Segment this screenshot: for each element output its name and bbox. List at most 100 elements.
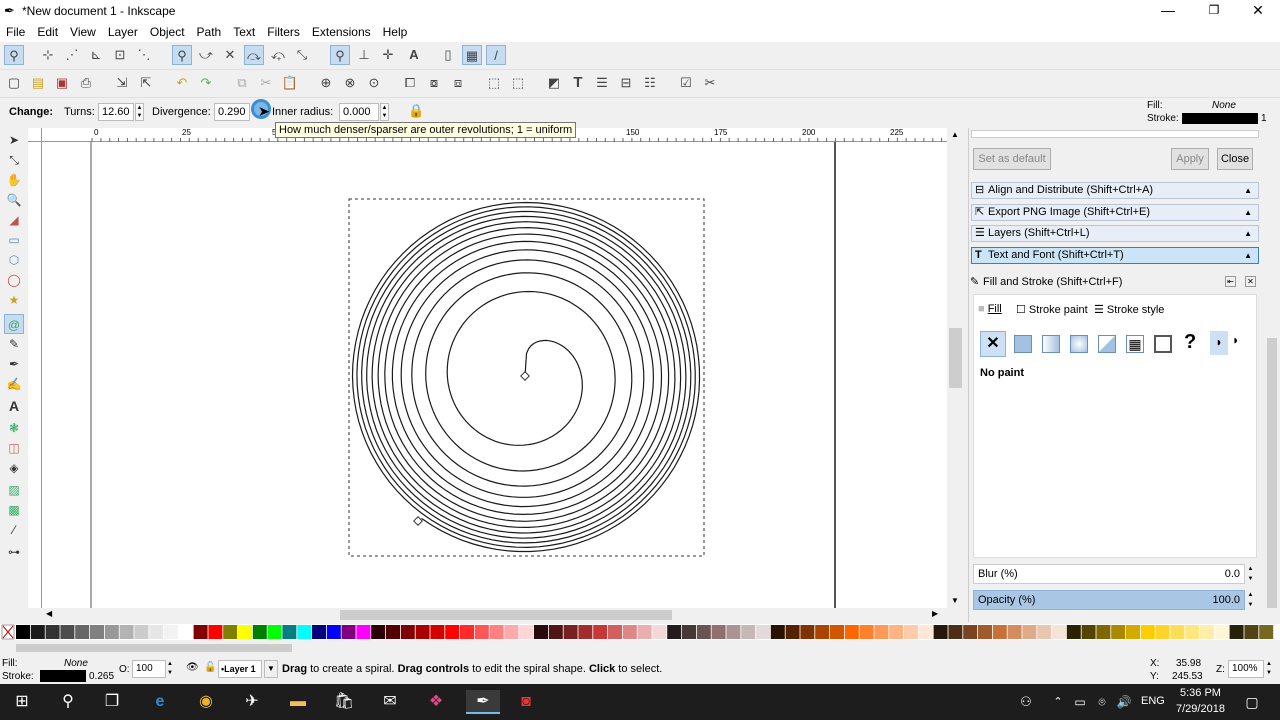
snap-text-baseline-icon[interactable]: A [404, 45, 424, 65]
palette-swatch[interactable] [1244, 625, 1259, 639]
palette-swatch[interactable] [978, 625, 992, 639]
minimize-button[interactable]: — [1145, 0, 1191, 22]
palette-swatch[interactable] [1259, 625, 1274, 639]
palette-swatch[interactable] [356, 625, 371, 639]
text-font-icon[interactable]: T [568, 73, 588, 93]
calligraphy-tool-icon[interactable]: ✍ [4, 374, 24, 394]
palette-swatch[interactable] [785, 625, 800, 639]
palette-swatch[interactable] [933, 625, 948, 639]
text-tool-icon[interactable]: A [4, 396, 24, 416]
palette-swatch[interactable] [193, 625, 208, 639]
palette-swatch[interactable] [30, 625, 45, 639]
palette-swatch[interactable] [297, 625, 312, 639]
palette-swatch[interactable] [770, 625, 785, 639]
dock-scrollbar[interactable] [1264, 128, 1280, 622]
redo-icon[interactable]: ↷ [196, 73, 216, 93]
swatch-icon[interactable] [1154, 335, 1172, 353]
flat-color-icon[interactable] [1014, 335, 1032, 353]
drawing-canvas[interactable] [42, 142, 947, 608]
dock-panel-icon[interactable]: ⇤ [1225, 276, 1236, 287]
unlink-clone-icon[interactable]: ⧈ [448, 73, 468, 93]
tweak-tool-icon[interactable]: ✋ [4, 170, 24, 190]
new-document-icon[interactable]: ▢ [4, 73, 24, 93]
spiral-inner-handle[interactable] [520, 371, 530, 381]
tab-stroke-style[interactable]: ☰ Stroke style [1094, 303, 1164, 316]
dialog-text-font[interactable]: T Text and Font (Shift+Ctrl+T) ▲ [971, 247, 1259, 264]
zoom-drawing-icon[interactable]: ⊗ [340, 73, 360, 93]
dropper-tool-icon[interactable]: ⁄ [4, 520, 24, 540]
duplicate-icon[interactable]: ⧠ [400, 73, 420, 93]
linear-gradient-icon[interactable] [1042, 335, 1060, 353]
group-icon[interactable]: ⬚ [484, 73, 504, 93]
palette-swatch[interactable] [1155, 625, 1170, 639]
scroll-left-icon[interactable]: ◀ [46, 609, 52, 618]
palette-swatch[interactable] [1214, 625, 1229, 639]
palette-swatch[interactable] [252, 625, 267, 639]
network-icon[interactable]: ⌾ [1090, 690, 1114, 714]
palette-swatch[interactable] [682, 625, 696, 639]
status-opacity-stepper[interactable]: ▲ ▼ [167, 660, 175, 678]
palette-swatch[interactable] [1111, 625, 1126, 639]
palette-swatch[interactable] [386, 625, 400, 639]
measure-tool-icon[interactable]: ◢ [4, 210, 24, 230]
apply-button[interactable]: Apply [1171, 148, 1209, 170]
palette-swatch[interactable] [178, 625, 193, 639]
palette-swatch[interactable] [711, 625, 726, 639]
palette-swatch[interactable] [608, 625, 622, 639]
palette-swatch[interactable] [1081, 625, 1096, 639]
dialog-align-distribute[interactable]: ⊟ Align and Distribute (Shift+Ctrl+A) ▲ [971, 182, 1259, 199]
palette-swatch[interactable] [1052, 625, 1066, 639]
collapse-icon[interactable]: ▲ [1244, 205, 1252, 220]
opacity-slider[interactable]: Opacity (%) 100.0 [973, 590, 1245, 610]
menu-edit[interactable]: Edit [31, 22, 64, 39]
menu-file[interactable]: File [0, 22, 31, 39]
palette-swatch[interactable] [1096, 625, 1111, 639]
palette-swatch[interactable] [1007, 625, 1022, 639]
snap-bbox-icon[interactable]: ⊹ [38, 45, 58, 65]
palette-swatches[interactable] [0, 624, 1280, 640]
dialog-layers[interactable]: ☰ Layers (Shift+Ctrl+L) ▲ [971, 225, 1259, 242]
clock-time[interactable]: 5:36 PM [1180, 687, 1221, 699]
mail-icon[interactable]: ✉ [378, 690, 402, 714]
menu-layer[interactable]: Layer [102, 22, 144, 39]
snap-paths-icon[interactable]: ⤻ [196, 45, 216, 65]
menu-view[interactable]: View [64, 22, 102, 39]
node-tool-icon[interactable]: ⤡ [4, 150, 24, 170]
palette-swatch[interactable] [1140, 625, 1155, 639]
turns-stepper[interactable]: ▲ ▼ [135, 103, 144, 121]
palette-swatch[interactable] [593, 625, 608, 639]
fill-stroke-icon[interactable]: ◩ [544, 73, 564, 93]
palette-swatch[interactable] [948, 625, 963, 639]
ungroup-icon[interactable]: ⬚ [508, 73, 528, 93]
reset-defaults-icon[interactable]: 🔒 [408, 103, 424, 119]
snap-bbox-midpoint-icon[interactable]: ⊡ [110, 45, 130, 65]
palette-swatch[interactable] [904, 625, 918, 639]
tab-fill[interactable]: ■ Fill [978, 303, 1002, 315]
palette-swatch[interactable] [223, 625, 238, 639]
export-icon[interactable]: ⇱ [136, 73, 156, 93]
palette-swatch[interactable] [119, 625, 134, 639]
palette-swatch[interactable] [1066, 625, 1081, 639]
palette-swatch[interactable] [519, 625, 534, 639]
palette-swatch[interactable] [400, 625, 415, 639]
horizontal-scrollbar[interactable]: ◀ ▶ [42, 608, 947, 622]
divergence-input[interactable]: 0.290 [214, 103, 250, 121]
mesh-tool-icon[interactable]: ▩ [4, 500, 24, 520]
snap-bbox-edge-icon[interactable]: ⋰ [62, 45, 82, 65]
maximize-button[interactable]: ❐ [1191, 0, 1237, 22]
palette-swatch[interactable] [963, 625, 978, 639]
palette-swatch[interactable] [489, 625, 504, 639]
tray-chevron-icon[interactable]: ⌃ [1046, 690, 1070, 714]
snap-cusp-icon[interactable]: ⤼ [244, 45, 264, 65]
zoom-tool-icon[interactable]: 🔍 [4, 190, 24, 210]
notifications-icon[interactable]: ▢ [1240, 690, 1264, 714]
snap-rotation-icon[interactable]: ✛ [378, 45, 398, 65]
palette-swatch[interactable] [149, 625, 164, 639]
palette-swatch[interactable] [326, 625, 341, 639]
palette-swatch[interactable] [430, 625, 445, 639]
palette-swatch[interactable] [282, 625, 297, 639]
snap-center-icon[interactable]: ⊥ [354, 45, 374, 65]
paste-icon[interactable]: 📋 [280, 73, 300, 93]
menu-filters[interactable]: Filters [261, 22, 306, 39]
xml-editor-icon[interactable]: ⊟ [616, 73, 636, 93]
